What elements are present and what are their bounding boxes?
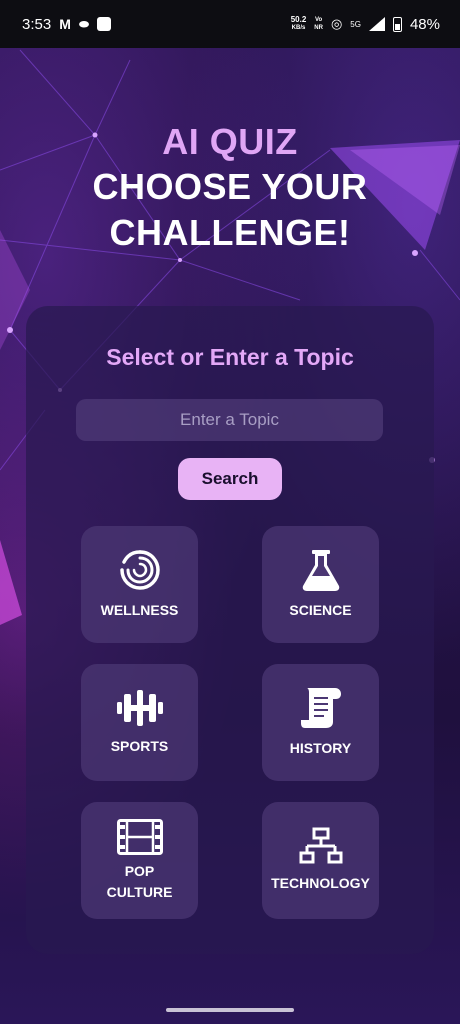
topic-label: SPORTS xyxy=(110,738,169,754)
topic-label: HISTORY xyxy=(289,740,352,756)
topic-tile-sports[interactable]: SPORTS xyxy=(81,664,198,781)
signal-icon xyxy=(368,17,385,31)
app-icon xyxy=(97,17,112,31)
topic-label: TECHNOLOGY xyxy=(271,875,370,891)
title-line-challenge: CHALLENGE! xyxy=(109,212,351,253)
dumbbell-icon xyxy=(116,690,163,726)
film-icon xyxy=(116,818,163,855)
volte-line1: Vo xyxy=(315,17,323,23)
topic-label-line1: POP xyxy=(124,862,155,879)
topic-label-line2: CULTURE xyxy=(106,883,173,900)
search-button[interactable]: Search xyxy=(178,458,282,500)
topic-tile-history[interactable]: HISTORY xyxy=(262,664,379,781)
scroll-icon xyxy=(300,688,341,728)
network-icon xyxy=(299,827,342,864)
home-indicator[interactable] xyxy=(166,1008,294,1012)
status-bar: 3:53 M ⬬ 50.2 KB/s Vo NR ◎ 5G 48% xyxy=(0,0,460,48)
battery-level: 48% xyxy=(409,15,440,33)
volte-indicator: Vo NR xyxy=(314,16,323,32)
flask-icon xyxy=(302,550,339,591)
status-right: 50.2 KB/s Vo NR ◎ 5G 48% xyxy=(291,16,440,33)
network-type: 5G xyxy=(350,19,361,29)
battery-icon xyxy=(392,16,402,32)
topic-label: SCIENCE xyxy=(289,602,352,618)
hotspot-icon: ◎ xyxy=(330,16,343,31)
speed-value: 50.2 xyxy=(290,15,307,24)
wellness-swirl-icon xyxy=(119,550,160,590)
clock: 3:53 xyxy=(22,15,52,33)
data-speed: 50.2 KB/s xyxy=(291,16,307,32)
myntra-icon: M xyxy=(59,16,71,32)
pill-icon: ⬬ xyxy=(78,16,90,31)
topic-tile-technology[interactable]: TECHNOLOGY xyxy=(262,802,379,919)
volte-line2: NR xyxy=(314,25,323,31)
page-title: AI QUIZ CHOOSE YOUR CHALLENGE! xyxy=(0,120,460,256)
topic-label: POP CULTURE xyxy=(107,861,173,903)
topic-card-heading: Select or Enter a Topic xyxy=(106,344,354,370)
topic-tile-science[interactable]: SCIENCE xyxy=(262,526,379,643)
topic-input[interactable] xyxy=(76,399,383,441)
title-line-choose: CHOOSE YOUR xyxy=(92,166,368,207)
speed-unit: KB/s xyxy=(291,25,306,31)
topic-tile-pop-culture[interactable]: POP CULTURE xyxy=(81,802,198,919)
topic-tile-wellness[interactable]: WELLNESS xyxy=(81,526,198,643)
title-line-ai-quiz: AI QUIZ xyxy=(162,121,298,162)
topic-label: WELLNESS xyxy=(100,602,179,618)
topic-card: Select or Enter a Topic Search WELLNESS … xyxy=(26,306,434,954)
status-left: 3:53 M ⬬ xyxy=(22,15,112,33)
